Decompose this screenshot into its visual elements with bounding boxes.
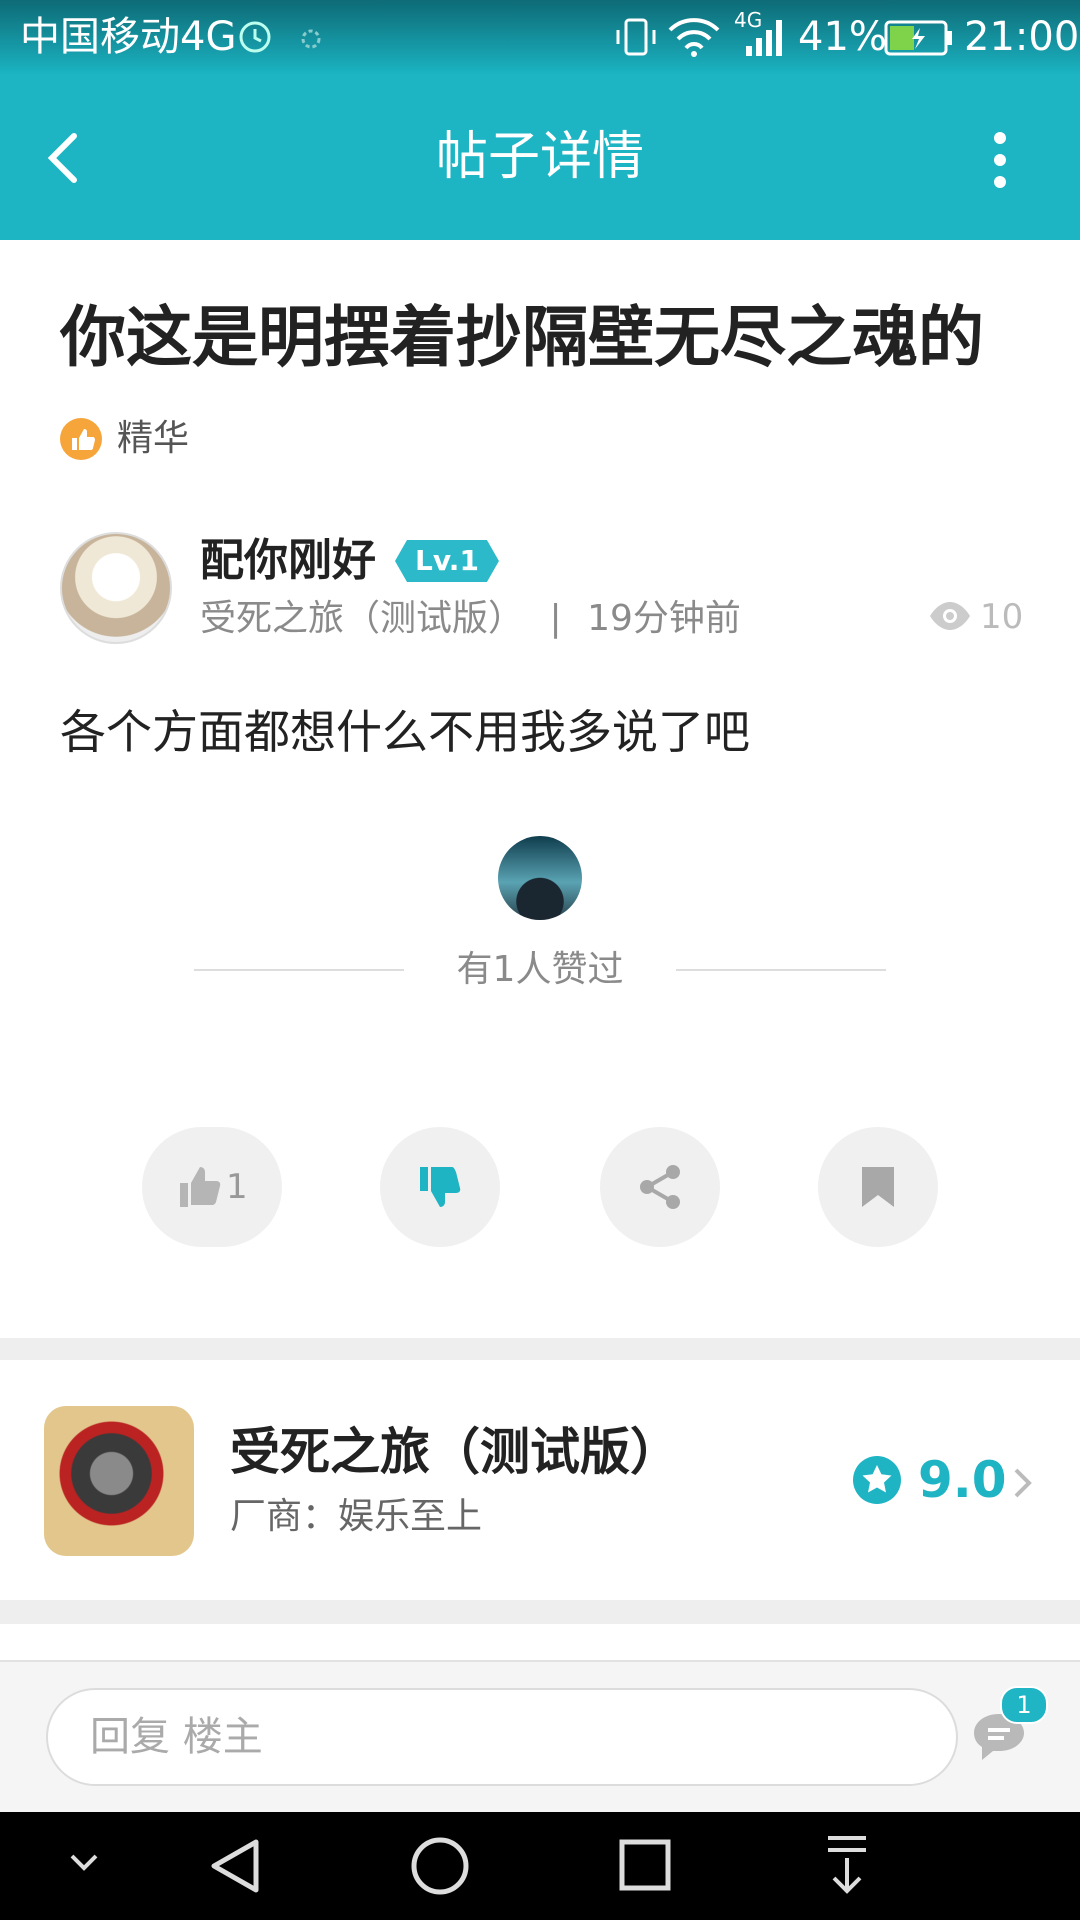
likes-summary[interactable]: 有1人赞过 — [420, 945, 660, 995]
author-name[interactable]: 配你刚好 — [200, 533, 376, 589]
system-nav-bar — [0, 1812, 1080, 1920]
game-vendor: 厂商：娱乐至上 — [230, 1496, 483, 1537]
section-divider — [0, 1600, 1080, 1624]
recents-square-icon[interactable] — [618, 1838, 672, 1892]
post-meta: 受死之旅（测试版） | 19分钟前 — [200, 594, 741, 644]
back-arrow-icon[interactable] — [40, 130, 90, 186]
featured-tag: 精华 — [117, 418, 190, 459]
like-button[interactable] — [142, 1127, 282, 1247]
signal-icon — [746, 20, 782, 56]
author-avatar[interactable] — [60, 532, 172, 644]
view-count: 10 — [980, 597, 1024, 637]
game-score: 9.0 — [918, 1451, 1007, 1509]
section-divider — [0, 1338, 1080, 1360]
page-title: 帖子详情 — [435, 127, 644, 187]
sync-icon — [301, 29, 321, 49]
level-badge: Lv.1 — [395, 540, 499, 582]
home-circle-icon[interactable] — [410, 1836, 470, 1896]
star-icon — [853, 1456, 901, 1504]
timer-icon — [239, 21, 271, 53]
share-button[interactable] — [600, 1127, 720, 1247]
game-tag-link[interactable]: 受死之旅（测试版） — [200, 598, 524, 639]
notification-pulldown-icon[interactable] — [824, 1834, 870, 1896]
reply-input[interactable]: 回复 楼主 — [46, 1688, 958, 1786]
status-bar: 中国移动4G 4G 41% 21:00 — [0, 0, 1080, 74]
battery-percent: 41% — [798, 14, 887, 60]
meta-separator: | — [549, 598, 562, 639]
carrier-label: 中国移动4G — [20, 14, 237, 60]
post-time: 19分钟前 — [587, 598, 741, 639]
thumbs-up-icon — [180, 1167, 221, 1207]
thumbs-down-icon — [420, 1167, 461, 1207]
like-count: 1 — [226, 1167, 248, 1207]
back-triangle-icon[interactable] — [208, 1836, 262, 1896]
thumbs-up-badge-icon — [60, 418, 102, 460]
eye-icon — [930, 602, 970, 630]
share-icon — [640, 1165, 680, 1209]
vibrate-icon — [616, 18, 656, 56]
bookmark-icon — [862, 1167, 894, 1207]
liker-avatar[interactable] — [498, 836, 582, 920]
post-title: 你这是明摆着抄隔壁无尽之魂的 — [60, 299, 984, 376]
app-header: 帖子详情 — [0, 74, 1080, 240]
wifi-icon — [668, 18, 720, 57]
game-icon[interactable] — [44, 1406, 194, 1556]
clock: 21:00 — [964, 14, 1080, 60]
divider-line — [194, 969, 404, 971]
chevron-right-icon[interactable] — [1010, 1466, 1036, 1500]
dislike-button[interactable] — [380, 1127, 500, 1247]
battery-icon — [884, 20, 952, 56]
comment-count-badge: 1 — [1000, 1686, 1048, 1724]
more-options-icon[interactable] — [975, 130, 1025, 190]
post-content: 各个方面都想什么不用我多说了吧 — [60, 705, 750, 759]
game-name[interactable]: 受死之旅（测试版） — [230, 1420, 680, 1484]
chevron-down-icon[interactable] — [66, 1850, 102, 1876]
divider-line — [676, 969, 886, 971]
bookmark-button[interactable] — [818, 1127, 938, 1247]
